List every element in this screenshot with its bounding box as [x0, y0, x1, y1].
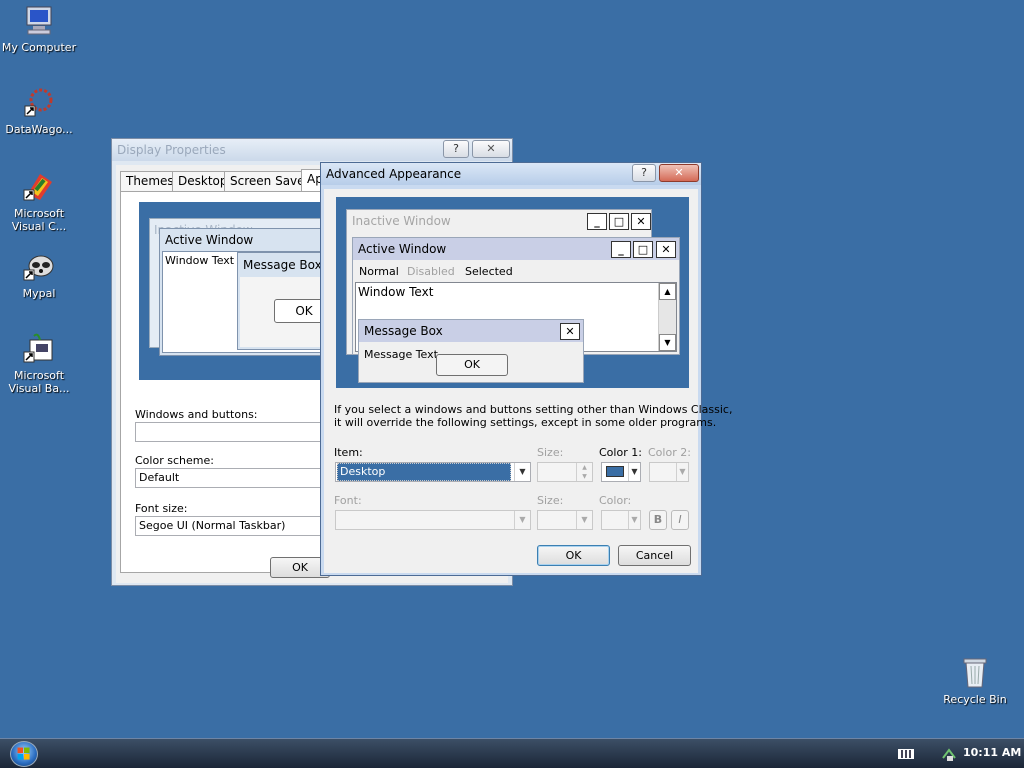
item-size-stepper[interactable]: ▲ ▼ [537, 462, 593, 482]
minimize-icon: _ [587, 213, 607, 230]
scroll-up-icon: ▲ [659, 283, 676, 300]
start-button[interactable] [10, 741, 38, 767]
maximize-icon: □ [609, 213, 629, 230]
desktop-icon-mypal[interactable]: Mypal [0, 250, 78, 300]
desktop-icon-label: Microsoft Visual Ba... [8, 369, 70, 395]
font-color-picker[interactable]: ▼ [601, 510, 641, 530]
preview-window-text: Window Text [358, 285, 434, 299]
color2-label: Color 2: [648, 446, 691, 459]
chevron-down-icon: ▼ [576, 511, 592, 529]
close-button[interactable]: ✕ [472, 140, 510, 158]
preview-ok-button: OK [436, 354, 508, 376]
computer-icon [26, 6, 52, 35]
italic-button[interactable]: I [671, 510, 689, 530]
help-button[interactable]: ? [443, 140, 469, 158]
chevron-down-icon: ▼ [628, 511, 640, 529]
desktop-icon-datawago[interactable]: DataWago... [0, 86, 78, 136]
preview-active-title: Active Window [358, 242, 447, 256]
item-label: Item: [334, 446, 363, 459]
font-size-select[interactable]: ▼ [537, 510, 593, 530]
preview-window-text: Window Text [165, 254, 235, 267]
desktop-icon-visual-c[interactable]: Microsoft Visual C... [0, 170, 78, 233]
font-size-label: Size: [537, 494, 564, 507]
color-scheme-value: Default [139, 471, 180, 484]
font-size-value: Segoe UI (Normal Taskbar) [139, 519, 286, 532]
visual-c-shortcut-icon [23, 174, 52, 201]
item-size-label: Size: [537, 446, 564, 459]
maximize-icon: □ [633, 241, 653, 258]
keyboard-tray-icon[interactable] [898, 749, 914, 759]
visual-basic-shortcut-icon [23, 333, 53, 363]
close-icon: ✕ [631, 213, 651, 230]
info-text-line1: If you select a windows and buttons sett… [334, 403, 733, 416]
scroll-down-icon: ▼ [659, 334, 676, 351]
windows-buttons-label: Windows and buttons: [135, 408, 258, 421]
desktop-icon-visual-basic[interactable]: Microsoft Visual Ba... [0, 332, 78, 395]
font-select[interactable]: ▼ [335, 510, 531, 530]
desktop-icon-label: Microsoft Visual C... [11, 207, 67, 233]
taskbar: 10:11 AM [0, 738, 1024, 768]
preview-active-title: Active Window [165, 233, 254, 247]
font-size-label: Font size: [135, 502, 188, 515]
color-scheme-select[interactable]: Default [135, 468, 335, 488]
help-button[interactable]: ? [632, 164, 656, 182]
font-label: Font: [334, 494, 362, 507]
info-text-line2: it will override the following settings,… [334, 416, 717, 429]
window-title: Display Properties [117, 143, 226, 157]
preview-message-box: Message Box ✕ Message Text OK [358, 319, 584, 383]
desktop-icon-label: Mypal [22, 287, 56, 300]
desktop-icon-my-computer[interactable]: My Computer [0, 4, 78, 54]
desktop-icon-recycle-bin[interactable]: Recycle Bin [936, 656, 1014, 706]
desktop-icon-label: Recycle Bin [943, 693, 1007, 706]
close-icon: ✕ [560, 323, 580, 340]
item-select[interactable]: Desktop ▼ [335, 462, 531, 482]
color-scheme-label: Color scheme: [135, 454, 214, 467]
network-tray-icon[interactable] [941, 746, 957, 762]
close-icon: ✕ [656, 241, 676, 258]
recycle-bin-icon [963, 658, 987, 688]
close-button[interactable]: ✕ [659, 164, 699, 182]
font-size-select[interactable]: Segoe UI (Normal Taskbar) [135, 516, 335, 536]
preview-menu-disabled: Disabled [407, 265, 455, 278]
color1-swatch [606, 466, 624, 477]
font-color-label: Color: [599, 494, 632, 507]
tab-themes[interactable]: Themes [120, 171, 180, 191]
color1-label: Color 1: [599, 446, 642, 459]
window-title: Advanced Appearance [326, 167, 462, 181]
minimize-icon: _ [611, 241, 631, 258]
spinner-icon: ▲ ▼ [576, 463, 592, 481]
item-value: Desktop [337, 463, 511, 481]
advanced-appearance-window: Advanced Appearance ? ✕ Inactive Window … [320, 162, 732, 576]
preview-message-box-titlebar: Message Box [359, 320, 583, 342]
preview-menu-selected: Selected [465, 265, 513, 278]
chevron-down-icon: ▼ [628, 463, 640, 481]
preview-menu-normal: Normal [359, 265, 399, 278]
preview-inactive-title: Inactive Window [352, 214, 451, 228]
chevron-down-icon: ▼ [514, 463, 530, 481]
color1-picker[interactable]: ▼ [601, 462, 641, 482]
chevron-down-icon: ▼ [676, 463, 688, 481]
chevron-down-icon: ▼ [514, 511, 530, 529]
preview-message-text: Message Text [364, 348, 438, 361]
desktop-icon-label: DataWago... [5, 123, 73, 136]
datawago-shortcut-icon [24, 88, 53, 117]
desktop-icon-label: My Computer [1, 41, 77, 54]
advanced-preview: Inactive Window _ □ ✕ Active Window _ □ … [336, 197, 689, 388]
windows-logo-icon [17, 747, 30, 760]
color2-picker[interactable]: ▼ [649, 462, 689, 482]
mypal-shortcut-icon [23, 255, 54, 281]
preview-message-box-title: Message Box [243, 258, 322, 272]
cancel-button[interactable]: Cancel [618, 545, 691, 566]
advanced-appearance-body: Inactive Window _ □ ✕ Active Window _ □ … [324, 189, 732, 573]
preview-message-box-title: Message Box [364, 324, 443, 338]
preview-scrollbar: ▲ ▼ [658, 283, 676, 351]
bold-button[interactable]: B [649, 510, 667, 530]
clock[interactable]: 10:11 AM [963, 746, 1021, 759]
windows-buttons-select[interactable] [135, 422, 335, 442]
ok-button[interactable]: OK [537, 545, 610, 566]
